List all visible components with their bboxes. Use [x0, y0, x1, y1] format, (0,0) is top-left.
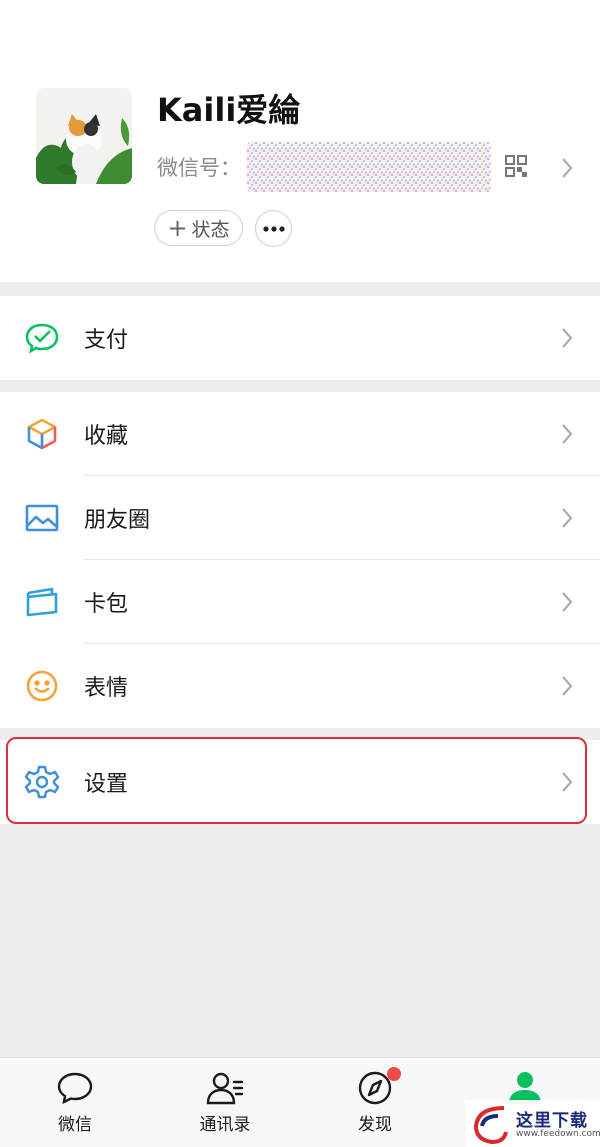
- smiley-icon: [24, 668, 60, 704]
- chat-icon: [55, 1070, 95, 1106]
- chevron-right-icon: [560, 674, 574, 698]
- status-button-label: 状态: [191, 218, 230, 241]
- menu-item-cards[interactable]: 卡包: [0, 560, 600, 644]
- tab-discover[interactable]: 发现: [300, 1058, 450, 1147]
- chevron-right-icon: [560, 506, 574, 530]
- qr-code-icon[interactable]: [505, 155, 527, 177]
- menu-item-moments[interactable]: 朋友圈: [0, 476, 600, 560]
- wechat-id-label: 微信号：: [157, 156, 241, 180]
- favorites-cube-icon: [24, 416, 60, 452]
- watermark-url: www.feedown.com: [516, 1129, 600, 1139]
- pay-icon: [24, 320, 60, 356]
- settings-highlight-frame: [6, 737, 587, 824]
- plus-icon: +: [167, 214, 188, 242]
- contacts-icon: [205, 1070, 245, 1106]
- menu-item-pay[interactable]: 支付: [0, 296, 600, 380]
- tab-contacts[interactable]: 通讯录: [150, 1058, 300, 1147]
- status-button[interactable]: + 状态: [154, 210, 243, 246]
- watermark-logo: 这里下载 www.feedown.com: [466, 1100, 600, 1147]
- watermark-swirl-icon: [473, 1106, 508, 1145]
- avatar[interactable]: [36, 88, 132, 184]
- profile-header[interactable]: Kaili爱綸 微信号： + 状态: [0, 0, 600, 282]
- wechat-id-row[interactable]: 微信号：: [157, 142, 491, 192]
- menu-label-pay: 支付: [84, 328, 129, 353]
- menu-item-favorites[interactable]: 收藏: [0, 392, 600, 476]
- tab-label-chats: 微信: [58, 1115, 92, 1135]
- chevron-right-icon: [560, 590, 574, 614]
- menu-label-cards: 卡包: [84, 592, 129, 617]
- moments-image-icon: [24, 500, 60, 536]
- user-name: Kaili爱綸: [157, 91, 301, 129]
- more-button[interactable]: [255, 210, 292, 247]
- pay-group: 支付: [0, 296, 600, 380]
- ellipsis-icon: [262, 225, 285, 232]
- tab-label-discover: 发现: [358, 1115, 392, 1135]
- menu-label-stickers: 表情: [84, 676, 129, 701]
- wechat-id-redacted: [247, 142, 491, 192]
- chevron-right-icon: [560, 326, 574, 350]
- menu-label-moments: 朋友圈: [84, 508, 151, 533]
- watermark-title: 这里下载: [516, 1111, 588, 1131]
- menu-label-favorites: 收藏: [84, 424, 129, 449]
- tab-chats[interactable]: 微信: [0, 1058, 150, 1147]
- card-wallet-icon: [24, 584, 60, 620]
- tab-label-contacts: 通讯录: [199, 1115, 251, 1135]
- chevron-right-icon: [560, 422, 574, 446]
- chevron-right-icon: [560, 156, 574, 180]
- notification-dot: [387, 1067, 401, 1081]
- features-group: 收藏 朋友圈 卡包 表情: [0, 392, 600, 728]
- menu-item-stickers[interactable]: 表情: [0, 644, 600, 728]
